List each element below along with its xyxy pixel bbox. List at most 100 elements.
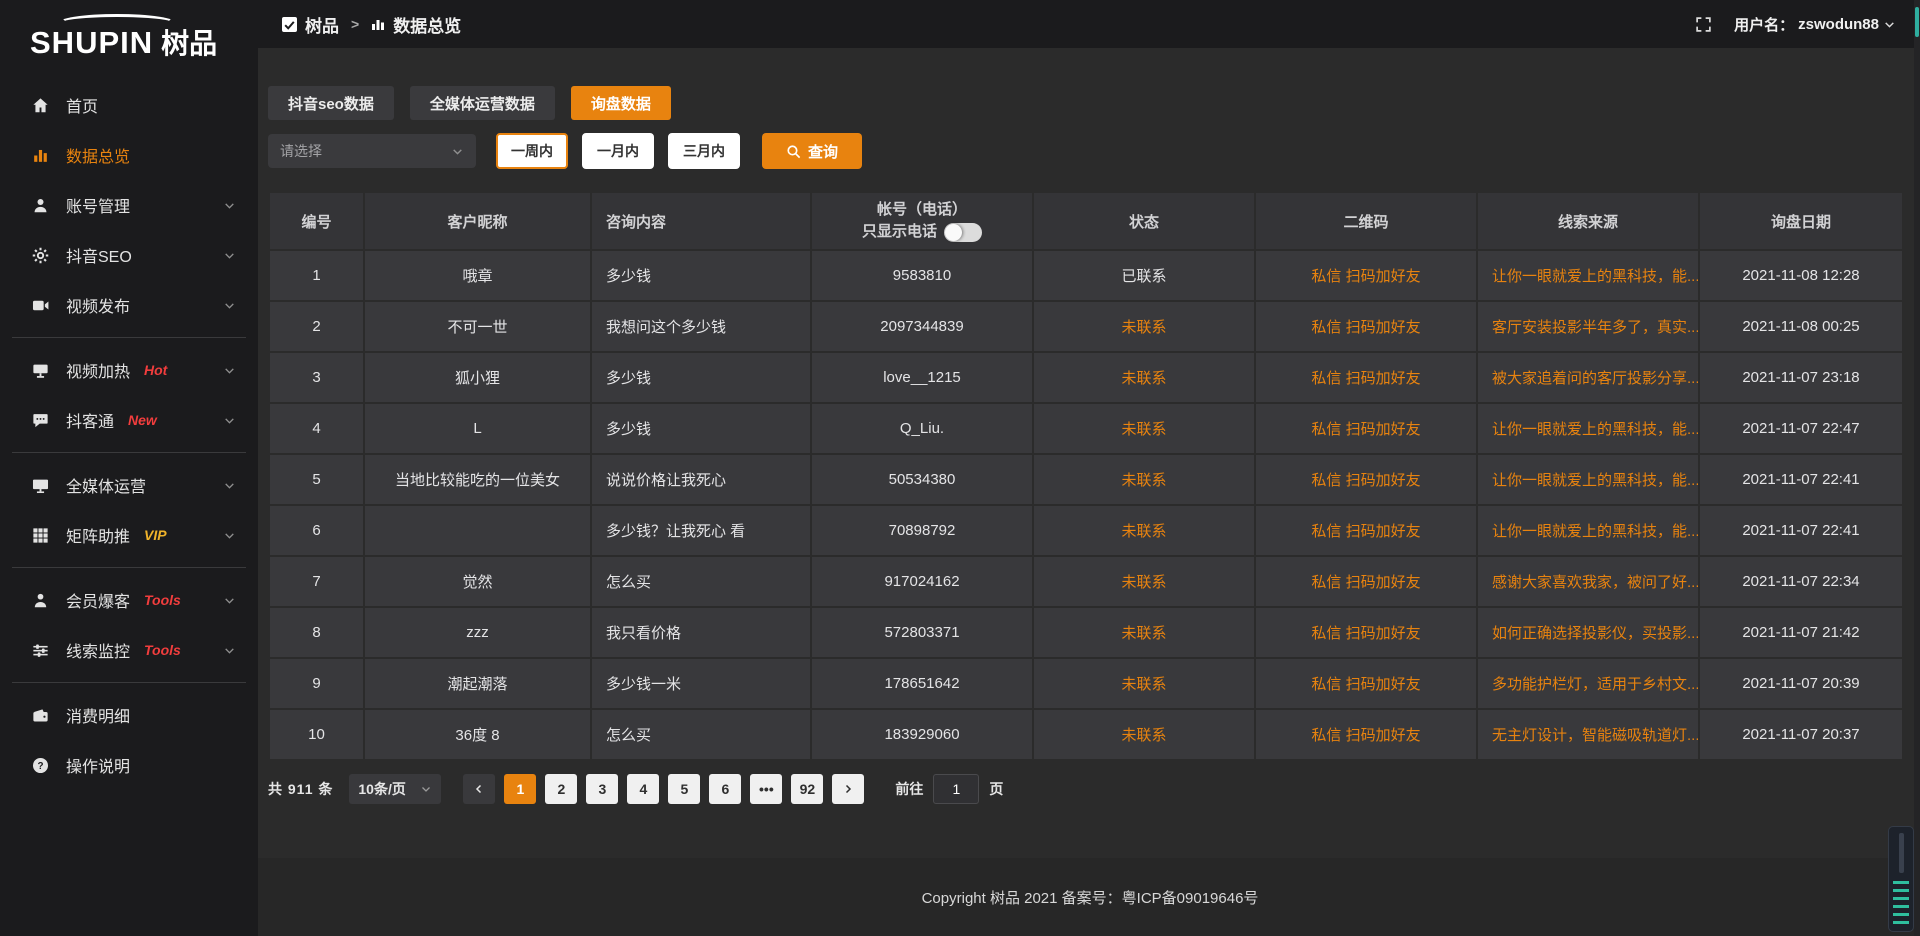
cell-index: 5	[269, 454, 364, 505]
page-ellipsis-button[interactable]: •••	[750, 774, 782, 804]
cell-status: 未联系	[1033, 301, 1255, 352]
period-button-2[interactable]: 三月内	[668, 133, 740, 169]
cell-source-link[interactable]: 客厅安装投影半年多了，真实...	[1477, 301, 1699, 352]
breadcrumb-separator-icon: >	[351, 16, 359, 32]
cell-date: 2021-11-07 23:18	[1699, 352, 1903, 403]
cell-qrcode-links[interactable]: 私信 扫码加好友	[1255, 250, 1477, 301]
cell-nickname: 36度 8	[364, 709, 591, 760]
sidebar-item-publish[interactable]: 视频发布	[0, 280, 258, 330]
floating-widget[interactable]	[1888, 826, 1914, 932]
cell-qrcode-links[interactable]: 私信 扫码加好友	[1255, 301, 1477, 352]
goto-page-input[interactable]	[933, 774, 979, 804]
cell-qrcode-links[interactable]: 私信 扫码加好友	[1255, 658, 1477, 709]
page-size-select[interactable]: 10条/页	[349, 774, 441, 804]
cell-status: 未联系	[1033, 454, 1255, 505]
cell-index: 2	[269, 301, 364, 352]
sidebar-item-heat[interactable]: 视频加热Hot	[0, 345, 258, 395]
cell-source-link[interactable]: 被大家追着问的客厅投影分享...	[1477, 352, 1699, 403]
page-button-2[interactable]: 2	[545, 774, 577, 804]
sidebar-item-label: 首页	[66, 93, 98, 117]
period-button-1[interactable]: 一月内	[582, 133, 654, 169]
breadcrumb-item-home[interactable]: 树品	[305, 12, 339, 37]
page-button-1[interactable]: 1	[504, 774, 536, 804]
table-row: 9潮起潮落多少钱一米178651642未联系私信 扫码加好友多功能护栏灯，适用于…	[269, 658, 1903, 709]
chat-icon	[30, 410, 50, 430]
sidebar-item-account[interactable]: 账号管理	[0, 180, 258, 230]
cell-source-link[interactable]: 如何正确选择投影仪，买投影...	[1477, 607, 1699, 658]
cell-qrcode-links[interactable]: 私信 扫码加好友	[1255, 505, 1477, 556]
cell-source-link[interactable]: 让你一眼就爱上的黑科技，能...	[1477, 505, 1699, 556]
cell-qrcode-links[interactable]: 私信 扫码加好友	[1255, 352, 1477, 403]
cell-date: 2021-11-07 22:34	[1699, 556, 1903, 607]
sidebar-divider	[12, 337, 246, 338]
table-body: 1哦章多少钱9583810已联系私信 扫码加好友让你一眼就爱上的黑科技，能...…	[269, 250, 1903, 760]
sidebar-item-label: 矩阵助推	[66, 523, 130, 547]
sidebar-item-seo[interactable]: 抖音SEO	[0, 230, 258, 280]
cell-status: 未联系	[1033, 709, 1255, 760]
sidebar-item-badge: New	[128, 412, 157, 428]
tab-1[interactable]: 全媒体运营数据	[410, 86, 555, 120]
search-button[interactable]: 查询	[762, 133, 862, 169]
sidebar-item-label: 抖音SEO	[66, 243, 132, 267]
phone-only-toggle[interactable]	[944, 223, 982, 242]
page-button-3[interactable]: 3	[586, 774, 618, 804]
cell-qrcode-links[interactable]: 私信 扫码加好友	[1255, 556, 1477, 607]
fullscreen-icon[interactable]	[1695, 16, 1712, 33]
sidebar-item-douketong[interactable]: 抖客通New	[0, 395, 258, 445]
page-button-6[interactable]: 6	[709, 774, 741, 804]
scrollbar-thumb[interactable]	[1915, 7, 1919, 37]
sidebar-item-label: 视频发布	[66, 293, 130, 317]
cell-source-link[interactable]: 多功能护栏灯，适用于乡村文...	[1477, 658, 1699, 709]
cell-account: 50534380	[811, 454, 1033, 505]
cell-qrcode-links[interactable]: 私信 扫码加好友	[1255, 403, 1477, 454]
scrollbar[interactable]	[1914, 0, 1920, 936]
sidebar-item-member[interactable]: 会员爆客Tools	[0, 575, 258, 625]
breadcrumb: 树品 > 数据总览	[282, 12, 461, 37]
page-button-5[interactable]: 5	[668, 774, 700, 804]
cell-qrcode-links[interactable]: 私信 扫码加好友	[1255, 454, 1477, 505]
chevron-down-icon	[223, 249, 236, 262]
sidebar-item-clue[interactable]: 线索监控Tools	[0, 625, 258, 675]
filter-select[interactable]: 请选择	[268, 134, 476, 168]
period-button-0[interactable]: 一周内	[496, 133, 568, 169]
page-button-4[interactable]: 4	[627, 774, 659, 804]
sidebar-item-help[interactable]: ?操作说明	[0, 740, 258, 790]
user-menu[interactable]: 用户名：zswodun88	[1734, 14, 1896, 35]
page-size-value: 10条/页	[358, 779, 405, 799]
cell-source-link[interactable]: 让你一眼就爱上的黑科技，能...	[1477, 403, 1699, 454]
page-button-92[interactable]: 92	[791, 774, 823, 804]
cell-source-link[interactable]: 让你一眼就爱上的黑科技，能...	[1477, 454, 1699, 505]
breadcrumb-item-current: 数据总览	[393, 12, 461, 37]
next-page-button[interactable]	[832, 774, 864, 804]
sidebar-item-expense[interactable]: 消费明细	[0, 690, 258, 740]
sidebar-item-label: 线索监控	[66, 638, 130, 662]
logo-arc-decoration	[58, 14, 176, 32]
cell-source-link[interactable]: 感谢大家喜欢我家，被问了好...	[1477, 556, 1699, 607]
logo: SHUPIN树品	[0, 8, 258, 66]
period-button-group: 一周内一月内三月内	[496, 133, 754, 169]
copyright-text: Copyright 树品 2021 备案号：粤ICP备09019646号	[922, 887, 1259, 908]
column-header-1: 客户昵称	[364, 192, 591, 250]
filter-bar: 请选择 一周内一月内三月内 查询	[268, 133, 1904, 169]
sliders-icon	[30, 640, 50, 660]
sidebar-item-data[interactable]: 数据总览	[0, 130, 258, 180]
sidebar-item-home[interactable]: 首页	[0, 80, 258, 130]
prev-page-button[interactable]	[463, 774, 495, 804]
cell-source-link[interactable]: 让你一眼就爱上的黑科技，能...	[1477, 250, 1699, 301]
sidebar-divider	[12, 452, 246, 453]
chevron-down-icon	[420, 783, 432, 795]
mini-chart-icon	[371, 17, 385, 31]
tab-0[interactable]: 抖音seo数据	[268, 86, 394, 120]
cell-source-link[interactable]: 无主灯设计，智能磁吸轨道灯...	[1477, 709, 1699, 760]
cell-qrcode-links[interactable]: 私信 扫码加好友	[1255, 607, 1477, 658]
cell-inquiry: 怎么买	[591, 556, 811, 607]
cell-qrcode-links[interactable]: 私信 扫码加好友	[1255, 709, 1477, 760]
cell-status: 未联系	[1033, 352, 1255, 403]
column-header-3: 帐号（电话）只显示电话	[811, 192, 1033, 250]
cell-index: 10	[269, 709, 364, 760]
tab-2[interactable]: 询盘数据	[571, 86, 671, 120]
sidebar-item-matrix[interactable]: 矩阵助推VIP	[0, 510, 258, 560]
sidebar-item-media[interactable]: 全媒体运营	[0, 460, 258, 510]
search-button-label: 查询	[808, 141, 838, 162]
cell-inquiry: 多少钱？让我死心 看	[591, 505, 811, 556]
